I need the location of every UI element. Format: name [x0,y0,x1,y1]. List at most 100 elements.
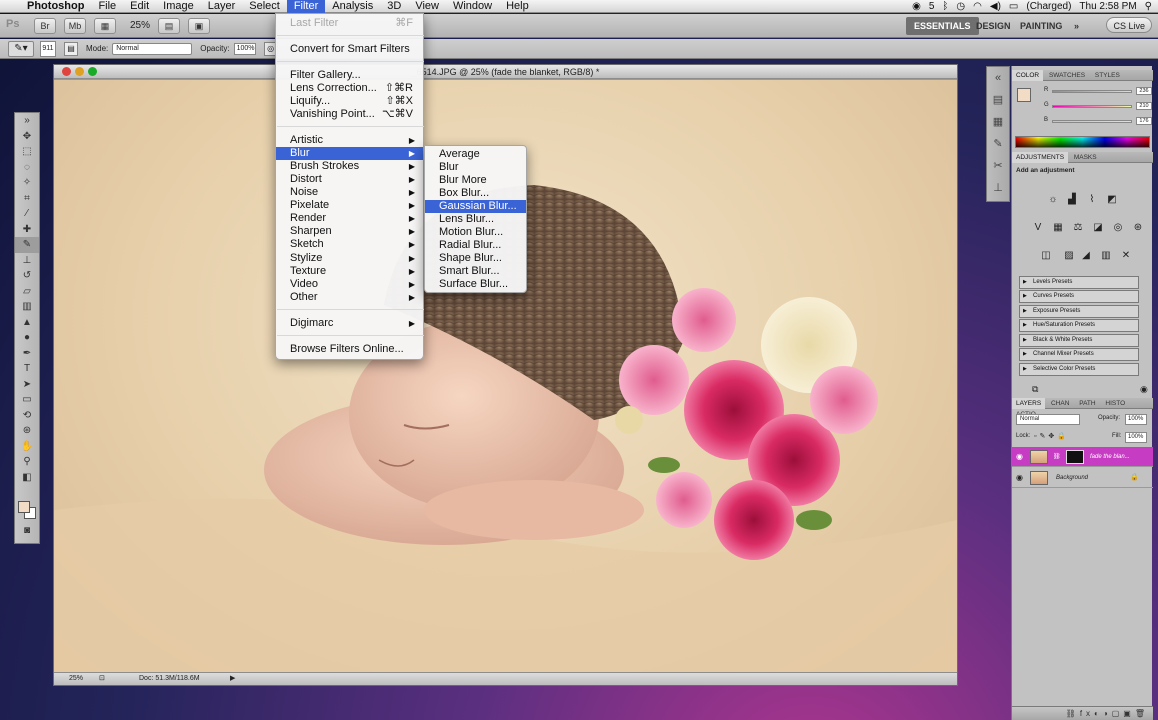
slider-track[interactable] [1052,105,1132,108]
menu-select[interactable]: Select [242,0,287,13]
menu-item-browse-filters-online[interactable]: Browse Filters Online... [276,343,423,356]
quick-selection-tool-icon[interactable]: ✧ [15,175,39,191]
zoom-window-button[interactable] [88,67,97,76]
menu-help[interactable]: Help [499,0,536,13]
brush-tool-icon[interactable]: ✎ [15,237,39,253]
workspace-design[interactable]: DESIGN [968,17,1019,35]
document-titlebar[interactable]: _6514.JPG @ 25% (fade the blanket, RGB/8… [54,65,957,79]
3d-rotate-tool-icon[interactable]: ⟲ [15,408,39,424]
tab-paths[interactable]: PATH [1075,398,1099,409]
color-spectrum-ramp[interactable] [1015,136,1150,148]
brush-panel-toggle-icon[interactable]: ▤ [64,41,78,56]
menu-view[interactable]: View [408,0,446,13]
menu-item-distort[interactable]: Distort ▶ [276,173,423,186]
menu-item-surface-blur[interactable]: Surface Blur... [425,278,526,291]
menu-item-lens-blur[interactable]: Lens Blur... [425,213,526,226]
menu-item-shape-blur[interactable]: Shape Blur... [425,252,526,265]
menu-3d[interactable]: 3D [380,0,408,13]
menu-item-blur-filter[interactable]: Blur [425,161,526,174]
collapse-icon[interactable]: » [15,113,39,129]
exposure-icon[interactable]: ◩ [1105,193,1119,207]
menubar-clock[interactable]: Thu 2:58 PM [1079,1,1136,12]
menu-item-radial-blur[interactable]: Radial Blur... [425,239,526,252]
lasso-tool-icon[interactable]: ◌ [15,160,39,176]
battery-status[interactable]: (Charged) [1026,1,1071,12]
preset-channel-mixer[interactable]: Channel Mixer Presets [1019,348,1139,361]
workspace-more-button[interactable]: » [1066,17,1087,35]
healing-brush-tool-icon[interactable]: ✚ [15,222,39,238]
menu-item-sharpen[interactable]: Sharpen ▶ [276,225,423,238]
menu-item-filter-gallery[interactable]: Filter Gallery... [276,69,423,82]
blend-mode-select[interactable]: Normal [1016,414,1080,425]
close-window-button[interactable] [62,67,71,76]
menu-window[interactable]: Window [446,0,499,13]
arrange-documents-button[interactable]: ▤ [158,17,181,34]
layer-row-background[interactable]: ◉ Background 🔒 [1012,468,1153,488]
visibility-eye-icon[interactable]: ◉ [1016,468,1023,488]
menu-item-blur-more[interactable]: Blur More [425,174,526,187]
posterize-icon[interactable]: ▨ [1062,249,1076,263]
opacity-input[interactable]: 100% [233,42,256,55]
layer-name[interactable]: Background [1056,468,1088,488]
black-white-icon[interactable]: ◪ [1091,221,1105,235]
preset-black-white[interactable]: Black & White Presets [1019,334,1139,347]
marquee-tool-icon[interactable]: ⬚ [15,144,39,160]
type-tool-icon[interactable]: T [15,361,39,377]
tab-channels[interactable]: CHAN [1047,398,1073,409]
green-slider[interactable]: G 210 [1044,102,1154,111]
layers-panel-footer-icons[interactable]: ⛓fx◐◑▢▣🗑 [1012,706,1153,720]
view-extras-button[interactable]: ▦ [94,17,116,34]
dodge-tool-icon[interactable]: ● [15,330,39,346]
slider-track[interactable] [1052,90,1132,93]
gradient-tool-icon[interactable]: ▥ [15,299,39,315]
menu-analysis[interactable]: Analysis [325,0,380,13]
menu-file[interactable]: File [91,0,123,13]
tab-masks[interactable]: MASKS [1070,152,1101,163]
blue-value[interactable]: 176 [1136,117,1152,125]
pen-tool-icon[interactable]: ✒ [15,346,39,362]
green-value[interactable]: 210 [1136,102,1152,110]
brush-size-picker[interactable]: 911 [40,40,56,57]
status-zoom[interactable]: 25% [69,673,83,685]
mode-select[interactable]: Normal [112,42,193,55]
foreground-color-swatch[interactable] [18,501,30,513]
cs-live-button[interactable]: CS Live [1106,17,1152,33]
tools-settings-icon[interactable]: ✂ [987,155,1009,177]
quick-mask-icon[interactable]: ◙ [15,523,39,539]
launch-bridge-button[interactable]: Br [34,17,56,34]
preset-exposure[interactable]: Exposure Presets [1019,305,1139,318]
menu-item-texture[interactable]: Texture ▶ [276,265,423,278]
adjustment-options-icon[interactable]: ◉ [1140,384,1148,395]
menu-item-smart-blur[interactable]: Smart Blur... [425,265,526,278]
photo-filter-icon[interactable]: ◎ [1111,221,1125,235]
tab-history[interactable]: HISTO [1101,398,1129,409]
workspace-painting[interactable]: PAINTING [1012,17,1070,35]
status-info-icon[interactable]: ⊡ [99,673,105,685]
tab-adjustments[interactable]: ADJUSTMENTS [1012,152,1069,163]
bluetooth-icon[interactable]: ᛒ [942,1,948,12]
preset-selective-color[interactable]: Selective Color Presets [1019,363,1139,376]
threshold-icon[interactable]: ◢ [1079,249,1093,263]
minimize-window-button[interactable] [75,67,84,76]
menu-item-stylize[interactable]: Stylize ▶ [276,252,423,265]
menu-item-gaussian-blur[interactable]: Gaussian Blur... [425,200,526,213]
crop-tool-icon[interactable]: ⌗ [15,191,39,207]
volume-icon[interactable]: ◀) [990,1,1001,12]
brightness-contrast-icon[interactable]: ☼ [1046,193,1060,207]
clock-icon[interactable]: ◷ [956,1,965,12]
menu-item-video[interactable]: Video ▶ [276,278,423,291]
menu-item-lens-correction[interactable]: Lens Correction... ⇧⌘R [276,82,423,95]
tab-color[interactable]: COLOR [1012,70,1044,81]
status-menu-arrow-icon[interactable]: ▶ [230,673,235,685]
clone-stamp-tool-icon[interactable]: ⊥ [15,253,39,269]
zoom-tool-icon[interactable]: ⚲ [15,454,39,470]
lock-icons[interactable]: ▫✎✥🔒 [1034,432,1069,440]
menu-layer[interactable]: Layer [201,0,243,13]
tab-styles[interactable]: STYLES [1091,70,1124,81]
menu-item-brush-strokes[interactable]: Brush Strokes ▶ [276,160,423,173]
menu-item-liquify[interactable]: Liquify... ⇧⌘X [276,95,423,108]
zoom-level[interactable]: 25% [130,20,150,31]
menu-item-box-blur[interactable]: Box Blur... [425,187,526,200]
menu-item-convert-smart-filters[interactable]: Convert for Smart Filters [276,43,423,56]
menu-item-other[interactable]: Other ▶ [276,291,423,304]
